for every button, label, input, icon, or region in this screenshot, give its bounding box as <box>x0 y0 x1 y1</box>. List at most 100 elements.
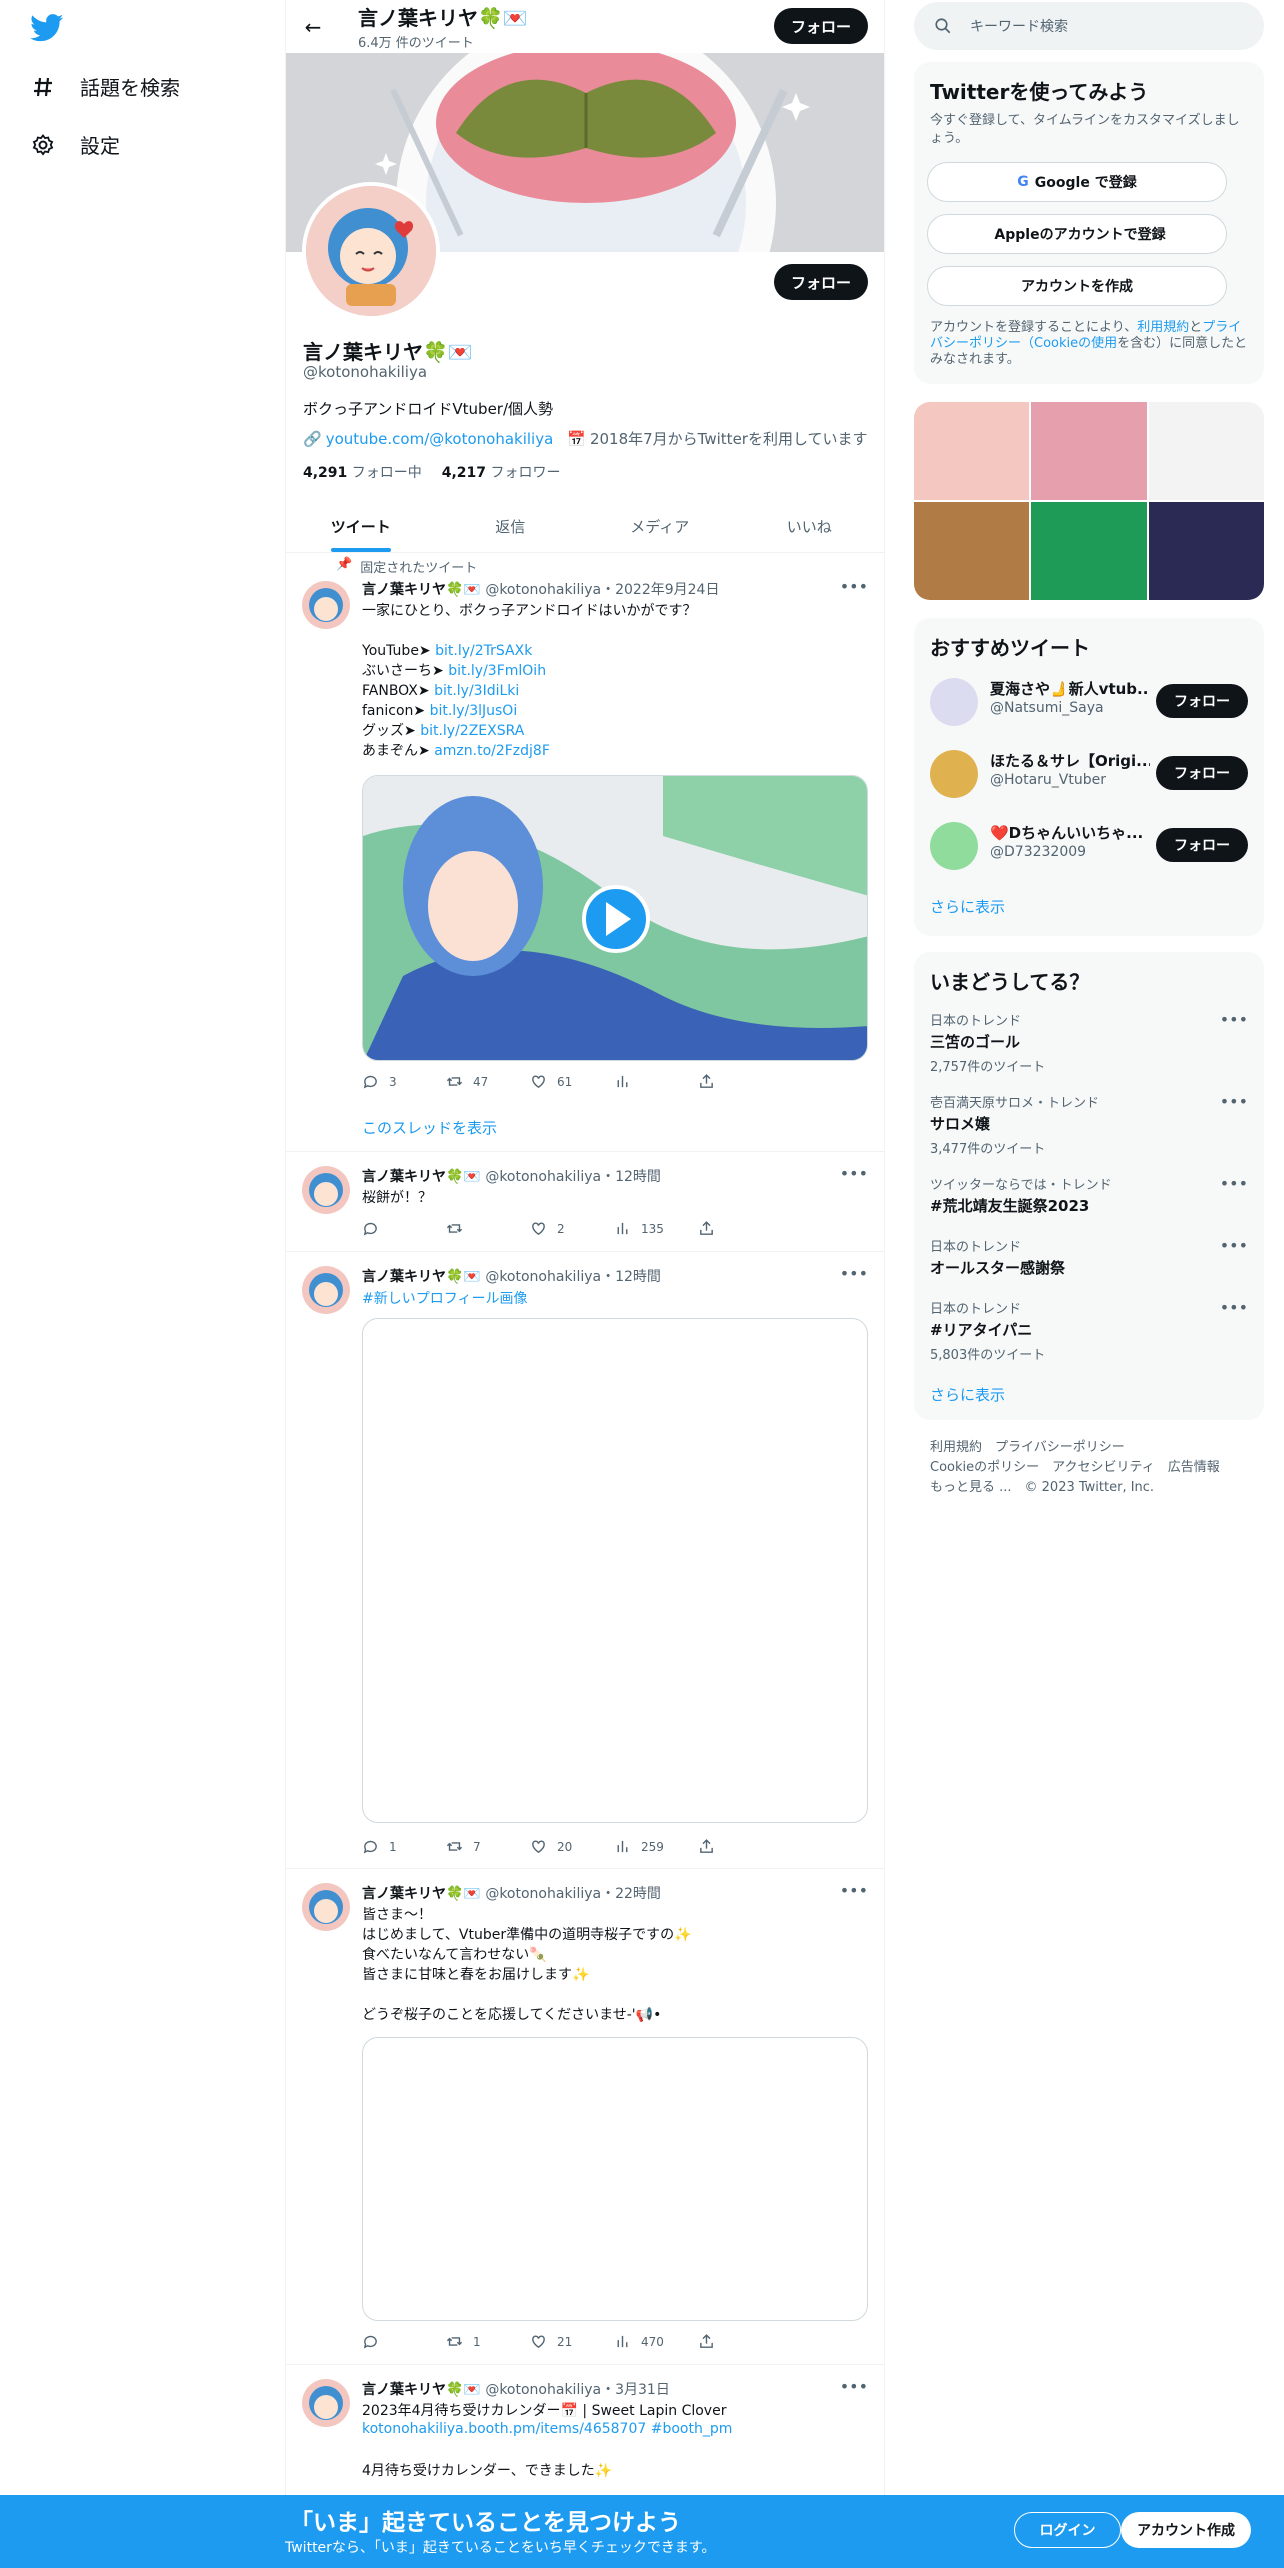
suggestion-follow-button[interactable]: フォロー <box>1156 684 1248 718</box>
tab-media[interactable]: メディア <box>585 500 735 552</box>
avatar[interactable] <box>930 678 978 726</box>
tweet-pinned[interactable]: 📌 固定されたツイート 言ノ葉キリヤ🍀💌 @kotonohakiliya・202… <box>286 553 884 1152</box>
nav-settings[interactable]: 設定 <box>30 130 120 159</box>
search-bar[interactable]: キーワード検索 <box>914 2 1264 50</box>
suggestion-row[interactable]: ほたる＆サレ【Origi... @Hotaru_Vtuber フォロー <box>930 744 1248 804</box>
trend-item[interactable]: 日本のトレンド #リアタイパニ 5,803件のツイート ••• <box>930 1298 1248 1363</box>
views-button[interactable] <box>614 1073 698 1090</box>
retweet-icon <box>446 2337 463 2346</box>
show-more-link[interactable]: さらに表示 <box>930 896 1005 917</box>
media-thumb[interactable] <box>1031 502 1147 600</box>
tweet[interactable]: 言ノ葉キリヤ🍀💌 @kotonohakiliya・12時間 ••• #新しいプロ… <box>286 1252 884 1869</box>
like-button[interactable]: 2 <box>530 1220 614 1237</box>
show-thread-link[interactable]: このスレッドを表示 <box>362 1117 497 1138</box>
tweet-image-placeholder[interactable] <box>362 2037 868 2321</box>
login-button[interactable]: ログイン <box>1014 2512 1121 2548</box>
twitter-logo-icon[interactable] <box>30 14 64 42</box>
avatar[interactable] <box>930 822 978 870</box>
media-thumb[interactable] <box>914 502 1030 600</box>
share-button[interactable] <box>698 1838 782 1855</box>
profile-follow-button[interactable]: フォロー <box>774 264 868 300</box>
tweet-link[interactable]: kotonohakiliya.booth.pm/items/4658707 #b… <box>362 2421 732 2437</box>
more-icon[interactable]: ••• <box>840 1164 868 1183</box>
profile-link[interactable]: youtube.com/@kotonohakiliya <box>326 430 554 448</box>
create-account-button[interactable]: アカウントを作成 <box>927 266 1227 306</box>
more-icon[interactable]: ••• <box>840 577 868 596</box>
more-icon[interactable]: ••• <box>1220 1298 1248 1317</box>
tweet-avatar[interactable] <box>302 581 350 629</box>
tweet-actions: 2 135 <box>362 1220 782 1237</box>
suggestion-row[interactable]: ❤️Dちゃんいいちゃ... @D73232009 フォロー <box>930 816 1248 876</box>
like-button[interactable]: 21 <box>530 2333 614 2350</box>
tweet-video[interactable] <box>362 775 868 1061</box>
footer-line[interactable]: 利用規約 プライバシーポリシー <box>930 1438 1248 1458</box>
share-button[interactable] <box>698 2333 782 2350</box>
tweet-avatar[interactable] <box>302 2379 350 2427</box>
tweet[interactable]: 言ノ葉キリヤ🍀💌 @kotonohakiliya・22時間 ••• 皆さま～！ … <box>286 1869 884 2365</box>
footer-line[interactable]: もっと見る ... © 2023 Twitter, Inc. <box>930 1478 1248 1498</box>
reply-button[interactable]: 1 <box>362 1838 446 1855</box>
google-signup-button[interactable]: G Google で登録 <box>927 162 1227 202</box>
more-icon[interactable]: ••• <box>1220 1092 1248 1111</box>
profile-link-wrap: 🔗 youtube.com/@kotonohakiliya <box>303 430 553 448</box>
trend-item[interactable]: 日本のトレンド オールスター感謝祭 ••• <box>930 1236 1248 1278</box>
following-stat[interactable]: 4,291 フォロー中 <box>303 462 422 482</box>
retweet-button[interactable]: 47 <box>446 1073 530 1090</box>
nav-explore[interactable]: 話題を検索 <box>30 72 180 101</box>
signup-button[interactable]: アカウント作成 <box>1121 2512 1251 2548</box>
tab-likes[interactable]: いいね <box>735 500 885 552</box>
media-thumb[interactable] <box>1031 402 1147 500</box>
suggestion-follow-button[interactable]: フォロー <box>1156 828 1248 862</box>
trends-show-more-link[interactable]: さらに表示 <box>930 1384 1005 1405</box>
suggestion-follow-button[interactable]: フォロー <box>1156 756 1248 790</box>
tweet[interactable]: 言ノ葉キリヤ🍀💌 @kotonohakiliya・12時間 ••• 桜餅が！？ … <box>286 1152 884 1252</box>
retweet-button[interactable] <box>446 1220 530 1237</box>
trend-item[interactable]: ツイッターならでは・トレンド #荒北靖友生誕祭2023 ••• <box>930 1174 1248 1216</box>
more-icon[interactable]: ••• <box>840 2377 868 2396</box>
like-button[interactable]: 20 <box>530 1838 614 1855</box>
trend-item[interactable]: 日本のトレンド 三笘のゴール 2,757件のツイート ••• <box>930 1010 1248 1075</box>
suggestion-handle: @D73232009 <box>990 844 1087 860</box>
tweet-actions: 3 47 61 <box>362 1073 782 1090</box>
more-icon[interactable]: ••• <box>1220 1236 1248 1255</box>
tweet-avatar[interactable] <box>302 1266 350 1314</box>
tab-replies[interactable]: 返信 <box>436 500 586 552</box>
like-button[interactable]: 61 <box>530 1073 614 1090</box>
views-button[interactable]: 470 <box>614 2333 698 2350</box>
tab-tweets[interactable]: ツイート <box>286 500 436 552</box>
share-button[interactable] <box>698 1220 782 1237</box>
views-button[interactable]: 135 <box>614 1220 698 1237</box>
terms-link[interactable]: 利用規約 <box>1137 320 1189 335</box>
tweet-header: 言ノ葉キリヤ🍀💌 @kotonohakiliya・12時間 <box>362 1169 661 1185</box>
media-thumb[interactable] <box>1148 502 1264 600</box>
more-icon[interactable]: ••• <box>1220 1174 1248 1193</box>
back-arrow-icon[interactable]: ← <box>300 14 326 40</box>
more-icon[interactable]: ••• <box>840 1881 868 1900</box>
tweet-hashtag[interactable]: #新しいプロフィール画像 <box>362 1288 527 1308</box>
header-follow-button[interactable]: フォロー <box>774 8 868 44</box>
more-icon[interactable]: ••• <box>840 1264 868 1283</box>
retweet-button[interactable]: 1 <box>446 2333 530 2350</box>
retweet-button[interactable]: 7 <box>446 1838 530 1855</box>
footer-line[interactable]: Cookieのポリシー アクセシビリティ 広告情報 <box>930 1458 1248 1478</box>
profile-meta: 🔗 youtube.com/@kotonohakiliya 📅 2018年7月か… <box>303 428 868 449</box>
media-grid[interactable] <box>914 402 1264 600</box>
more-icon[interactable]: ••• <box>1220 1010 1248 1029</box>
tweet-image-placeholder[interactable] <box>362 1318 868 1823</box>
profile-avatar[interactable] <box>302 182 440 320</box>
reply-button[interactable] <box>362 1220 446 1237</box>
followers-stat[interactable]: 4,217 フォロワー <box>442 462 561 482</box>
media-thumb[interactable] <box>914 402 1030 500</box>
heart-icon <box>532 1075 545 1089</box>
avatar[interactable] <box>930 750 978 798</box>
share-button[interactable] <box>698 1073 782 1090</box>
reply-button[interactable]: 3 <box>362 1073 446 1090</box>
apple-signup-button[interactable]: Appleのアカウントで登録 <box>927 214 1227 254</box>
views-button[interactable]: 259 <box>614 1838 698 1855</box>
tweet-avatar[interactable] <box>302 1883 350 1931</box>
reply-button[interactable] <box>362 2333 446 2350</box>
tweet-avatar[interactable] <box>302 1166 350 1214</box>
media-thumb[interactable] <box>1148 402 1264 500</box>
suggestion-row[interactable]: 夏海さや🫸新人vtub... @Natsumi_Saya フォロー <box>930 672 1248 732</box>
trend-item[interactable]: 壱百満天原サロメ・トレンド サロメ嬢 3,477件のツイート ••• <box>930 1092 1248 1157</box>
